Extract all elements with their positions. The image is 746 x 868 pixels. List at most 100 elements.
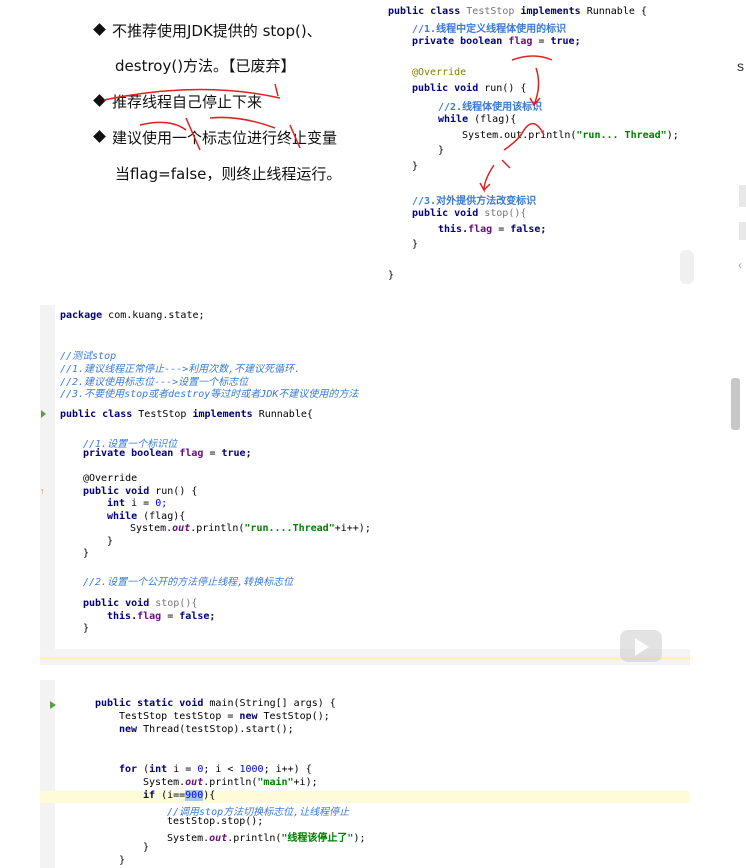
code-token: public void <box>83 486 156 497</box>
code-brace[interactable]: } <box>143 842 149 853</box>
code-token: false; <box>179 611 216 622</box>
code-token: = <box>161 611 180 622</box>
override-gutter-icon[interactable]: ↑ <box>40 486 45 496</box>
code-editor-panel: package com.kuang.state; //测试stop //1.建议… <box>40 305 690 665</box>
code-token: public class <box>60 409 139 420</box>
code-token: (i== <box>161 790 186 801</box>
class-declaration[interactable]: public class TestStop implements Runnabl… <box>60 409 313 420</box>
code-token: Runnable{ <box>258 409 313 420</box>
code-token: implements <box>192 409 259 420</box>
code-token: true; <box>221 448 252 459</box>
code-token: "run....Thread" <box>244 523 335 534</box>
run-gutter-icon[interactable] <box>41 410 46 418</box>
package-line[interactable]: package com.kuang.state; <box>60 310 205 321</box>
code-token: "main" <box>257 777 294 788</box>
slide-panel: 不推荐使用JDK提供的 stop()、 destroy()方法。【已废弃】 推荐… <box>0 0 746 295</box>
selected-token[interactable]: 900 <box>185 790 204 801</box>
code-token: ; i < <box>203 764 240 775</box>
code-token: Thread(testStop).start(); <box>143 724 294 735</box>
code-token: out <box>209 833 228 844</box>
edge-text-fragment: s <box>737 58 744 74</box>
play-icon <box>635 638 649 656</box>
current-line-highlight <box>40 791 690 803</box>
code-token: ; i++) { <box>263 764 312 775</box>
code-token: private boolean <box>83 448 180 459</box>
if-line[interactable]: if (i==900){ <box>143 790 215 801</box>
pen-annotation-code <box>479 55 553 193</box>
code-token: .println( <box>203 777 258 788</box>
code-token: TestStop testStop = <box>119 711 240 722</box>
code-token: new <box>119 724 144 735</box>
run-method-line[interactable]: public void run() { <box>83 486 197 497</box>
code-token: flag <box>137 611 162 622</box>
code-line[interactable]: this.flag = false; <box>107 611 215 622</box>
code-brace[interactable]: } <box>83 623 89 634</box>
code-editor-panel-main: public static void main(String[] args) {… <box>40 680 690 868</box>
code-token: main(String[] args) { <box>209 698 336 709</box>
code-token: System. <box>167 833 210 844</box>
code-token: out <box>172 523 191 534</box>
code-token: package <box>60 310 109 321</box>
code-token: flag <box>179 448 204 459</box>
code-token: System. <box>143 777 186 788</box>
scrollbar-thumb[interactable] <box>731 378 740 430</box>
code-line[interactable]: System.out.println("run....Thread"+i++); <box>130 523 371 534</box>
code-token: ); <box>353 833 366 844</box>
code-token: TestStop <box>138 409 193 420</box>
code-token: while <box>107 511 144 522</box>
caret-line-highlight <box>40 657 690 660</box>
code-token: out <box>185 777 204 788</box>
code-line[interactable]: System.out.println("main"+i); <box>143 777 318 788</box>
code-token: .println( <box>190 523 245 534</box>
code-token: for <box>119 764 144 775</box>
code-token: TestStop(); <box>263 711 330 722</box>
code-token: stop(){ <box>155 598 198 609</box>
pen-annotation-left <box>103 83 301 151</box>
code-token: 1000 <box>239 764 264 775</box>
field-declaration[interactable]: private boolean flag = true; <box>83 448 252 459</box>
code-token: .println( <box>227 833 282 844</box>
code-token: System. <box>130 523 173 534</box>
floating-widget <box>680 250 694 284</box>
editor-gutter <box>40 305 55 665</box>
code-token: if <box>143 790 162 801</box>
code-token: 0; <box>155 498 168 509</box>
code-token: +i++); <box>334 523 371 534</box>
chevron-right-icon[interactable]: ‹ <box>738 258 742 272</box>
code-line[interactable]: int i = 0; <box>107 498 167 509</box>
run-main-icon[interactable] <box>50 701 56 709</box>
override-annotation[interactable]: @Override <box>83 473 137 484</box>
code-line[interactable]: new Thread(testStop).start(); <box>119 724 294 735</box>
comment-line[interactable]: //2.设置一个公开的方法停止线程,转换标志位 <box>83 573 293 588</box>
slide-code-block: public class TestStop implements Runnabl… <box>384 0 690 290</box>
code-token: (flag){ <box>143 511 186 522</box>
stop-method-line[interactable]: public void stop(){ <box>83 598 197 609</box>
for-loop-line[interactable]: for (int i = 0; i < 1000; i++) { <box>119 764 312 775</box>
code-token: int <box>149 764 174 775</box>
code-brace[interactable]: } <box>107 536 113 547</box>
code-line[interactable]: TestStop testStop = new TestStop(); <box>119 711 330 722</box>
code-token: = <box>203 448 222 459</box>
code-token: i = <box>173 764 198 775</box>
code-token: run() { <box>155 486 198 497</box>
code-token: "线程该停止了" <box>281 833 354 844</box>
video-play-overlay[interactable] <box>620 630 662 662</box>
code-token: com.kuang.state; <box>108 310 205 321</box>
code-token: new <box>239 711 264 722</box>
code-brace[interactable]: } <box>83 548 89 559</box>
right-edge-widget <box>739 222 746 240</box>
code-token: +i); <box>293 777 318 788</box>
code-line[interactable]: testStop.stop(); <box>167 816 263 827</box>
code-line[interactable]: System.out.println("线程该停止了"); <box>167 829 366 844</box>
right-edge-widget <box>739 185 746 207</box>
code-token: public void <box>83 598 156 609</box>
code-line[interactable]: while (flag){ <box>107 511 185 522</box>
code-token: this. <box>107 611 138 622</box>
code-token: ){ <box>203 790 216 801</box>
code-token: i = <box>131 498 156 509</box>
code-brace[interactable]: } <box>119 855 125 866</box>
main-method-line[interactable]: public static void main(String[] args) { <box>95 698 336 709</box>
comment-line[interactable]: //3.不要使用stop或者destroy等过时或者JDK不建议使用的方法 <box>60 385 358 400</box>
code-token: int <box>107 498 132 509</box>
code-token: public static void <box>95 698 210 709</box>
